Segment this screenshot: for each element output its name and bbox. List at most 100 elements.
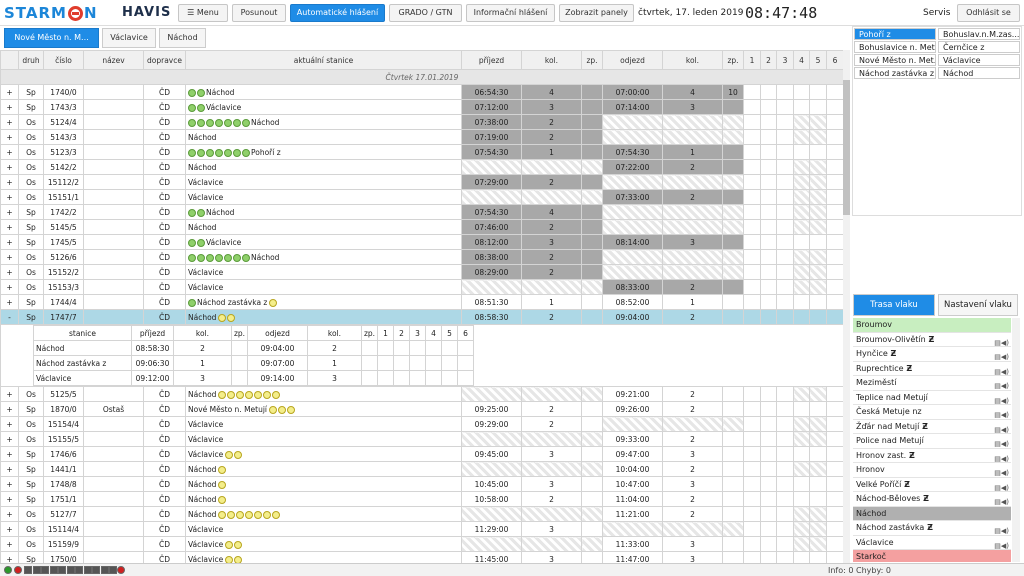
column-header[interactable] bbox=[0, 50, 19, 70]
expand-toggle[interactable]: + bbox=[0, 264, 19, 280]
train-row[interactable]: + Os 15159/9 ČD Václavice 11:33:00 3 bbox=[0, 536, 843, 552]
platform-slot-1[interactable] bbox=[743, 431, 761, 447]
station-option[interactable]: Bohuslavice n. Met. bbox=[854, 41, 936, 53]
platform-slot-2[interactable] bbox=[760, 159, 777, 175]
expand-toggle[interactable]: + bbox=[0, 159, 19, 175]
platform-slot-1[interactable] bbox=[743, 491, 761, 507]
route-scrollbar[interactable] bbox=[1012, 318, 1020, 562]
detail-slot[interactable] bbox=[361, 355, 378, 371]
detail-slot[interactable] bbox=[393, 355, 410, 371]
platform-slot-5[interactable] bbox=[809, 114, 827, 130]
detail-slot[interactable] bbox=[425, 370, 442, 386]
platform-slot-3[interactable] bbox=[776, 114, 794, 130]
route-stop[interactable]: Teplice nad Metují ▤◀) bbox=[853, 391, 1011, 405]
platform-slot-6[interactable] bbox=[826, 234, 843, 250]
platform-slot-1[interactable] bbox=[743, 174, 761, 190]
expand-toggle[interactable]: + bbox=[0, 249, 19, 265]
route-stop[interactable]: Broumov bbox=[853, 318, 1011, 333]
posunout-button[interactable]: Posunout bbox=[232, 4, 286, 22]
platform-slot-4[interactable] bbox=[793, 189, 810, 205]
platform-slot-5[interactable] bbox=[809, 416, 827, 432]
platform-slot-1[interactable] bbox=[743, 114, 761, 130]
route-stop[interactable]: Náchod bbox=[853, 506, 1011, 521]
expand-toggle[interactable]: + bbox=[0, 279, 19, 295]
platform-slot-6[interactable] bbox=[826, 461, 843, 477]
train-row[interactable]: + Os 5142/2 ČD Náchod 07:22:00 2 bbox=[0, 159, 843, 175]
platform-slot-6[interactable] bbox=[826, 144, 843, 160]
platform-slot-1[interactable] bbox=[743, 249, 761, 265]
route-stop[interactable]: Velké Poříčí Ƶ ▤◀) bbox=[853, 478, 1011, 492]
platform-slot-6[interactable] bbox=[826, 401, 843, 417]
route-stop[interactable]: Náchod zastávka Ƶ ▤◀) bbox=[853, 521, 1011, 536]
platform-slot-5[interactable] bbox=[809, 294, 827, 310]
train-row[interactable]: + Os 15154/4 ČD Václavice 09:29:00 2 bbox=[0, 416, 843, 432]
column-header[interactable]: 5 bbox=[809, 50, 827, 70]
route-stop[interactable]: Žďár nad Metují Ƶ ▤◀) bbox=[853, 420, 1011, 434]
platform-slot-3[interactable] bbox=[776, 174, 794, 190]
platform-slot-6[interactable] bbox=[826, 386, 843, 402]
expand-toggle[interactable]: + bbox=[0, 536, 19, 552]
detail-slot[interactable] bbox=[441, 355, 458, 371]
detail-row[interactable]: Náchod zastávka z 09:06:30 1 09:07:00 1 bbox=[33, 355, 474, 371]
platform-slot-3[interactable] bbox=[776, 431, 794, 447]
expand-toggle[interactable]: + bbox=[0, 446, 19, 462]
train-row[interactable]: + Os 15114/4 ČD Václavice 11:29:00 3 bbox=[0, 521, 843, 537]
station-option[interactable]: Pohoří z bbox=[854, 28, 936, 40]
platform-slot-6[interactable] bbox=[826, 249, 843, 265]
train-row[interactable]: + Sp 1745/5 ČD Václavice 08:12:00 3 08:14:00 3 bbox=[0, 234, 843, 250]
expand-toggle[interactable]: + bbox=[0, 461, 19, 477]
train-row[interactable]: + Os 15153/3 ČD Václavice 08:33:00 2 bbox=[0, 279, 843, 295]
train-row[interactable]: - Sp 1747/7 ČD Náchod 08:58:30 2 09:04:00 2 bbox=[0, 309, 843, 325]
detail-slot[interactable] bbox=[377, 370, 394, 386]
platform-slot-2[interactable] bbox=[760, 264, 777, 280]
platform-slot-4[interactable] bbox=[793, 204, 810, 220]
expand-toggle[interactable]: - bbox=[0, 309, 19, 325]
column-header[interactable]: 6 bbox=[826, 50, 843, 70]
platform-slot-6[interactable] bbox=[826, 536, 843, 552]
detail-column-header[interactable]: zp. bbox=[231, 325, 248, 341]
platform-slot-1[interactable] bbox=[743, 416, 761, 432]
platform-slot-1[interactable] bbox=[743, 234, 761, 250]
platform-slot-6[interactable] bbox=[826, 416, 843, 432]
expand-toggle[interactable]: + bbox=[0, 144, 19, 160]
detail-slot[interactable] bbox=[441, 340, 458, 356]
station-option[interactable]: Náchod bbox=[938, 67, 1020, 79]
platform-slot-4[interactable] bbox=[793, 521, 810, 537]
route-stop[interactable]: Starkoč bbox=[853, 550, 1011, 562]
route-stop[interactable]: Broumov-Olivětín Ƶ ▤◀) bbox=[853, 333, 1011, 347]
platform-slot-3[interactable] bbox=[776, 279, 794, 295]
platform-slot-3[interactable] bbox=[776, 446, 794, 462]
platform-slot-3[interactable] bbox=[776, 476, 794, 492]
platform-slot-5[interactable] bbox=[809, 99, 827, 115]
platform-slot-6[interactable] bbox=[826, 476, 843, 492]
detail-slot[interactable] bbox=[425, 355, 442, 371]
detail-column-header[interactable]: zp. bbox=[361, 325, 378, 341]
platform-slot-3[interactable] bbox=[776, 159, 794, 175]
platform-slot-2[interactable] bbox=[760, 294, 777, 310]
detail-column-header[interactable]: kol. bbox=[307, 325, 362, 341]
train-row[interactable]: + Os 5124/4 ČD Náchod 07:38:00 2 bbox=[0, 114, 843, 130]
platform-slot-4[interactable] bbox=[793, 386, 810, 402]
platform-slot-2[interactable] bbox=[760, 386, 777, 402]
platform-slot-2[interactable] bbox=[760, 219, 777, 235]
detail-column-header[interactable]: odjezd bbox=[247, 325, 308, 341]
platform-slot-3[interactable] bbox=[776, 401, 794, 417]
detail-slot[interactable] bbox=[409, 370, 426, 386]
platform-slot-3[interactable] bbox=[776, 521, 794, 537]
platform-slot-5[interactable] bbox=[809, 431, 827, 447]
detail-column-header[interactable]: 1 bbox=[377, 325, 394, 341]
expand-toggle[interactable]: + bbox=[0, 189, 19, 205]
platform-slot-1[interactable] bbox=[743, 446, 761, 462]
platform-slot-3[interactable] bbox=[776, 129, 794, 145]
platform-slot-2[interactable] bbox=[760, 446, 777, 462]
platform-slot-2[interactable] bbox=[760, 309, 777, 325]
platform-slot-4[interactable] bbox=[793, 309, 810, 325]
detail-column-header[interactable]: 4 bbox=[425, 325, 442, 341]
train-row[interactable]: + Os 5125/5 ČD Náchod 09:21:00 2 bbox=[0, 386, 843, 402]
platform-slot-4[interactable] bbox=[793, 264, 810, 280]
train-row[interactable]: + Sp 1740/0 ČD Náchod 06:54:30 4 07:00:00 4 10 bbox=[0, 84, 843, 100]
tab-vaclavice[interactable]: Václavice bbox=[102, 28, 156, 48]
platform-slot-4[interactable] bbox=[793, 294, 810, 310]
platform-slot-5[interactable] bbox=[809, 144, 827, 160]
platform-slot-1[interactable] bbox=[743, 386, 761, 402]
